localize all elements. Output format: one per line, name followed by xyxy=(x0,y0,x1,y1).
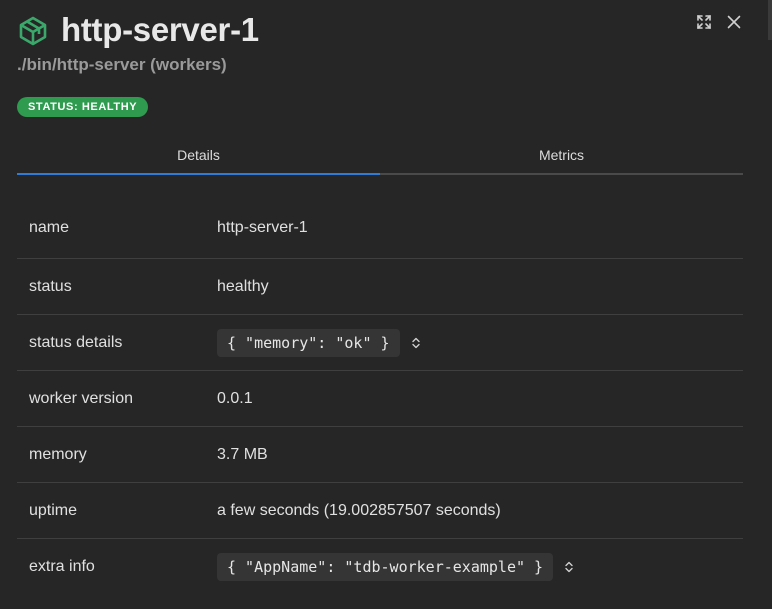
close-icon[interactable] xyxy=(726,14,742,30)
tab-metrics[interactable]: Metrics xyxy=(380,139,743,173)
detail-value: healthy xyxy=(217,277,269,295)
status-badge: STATUS: HEALTHY xyxy=(17,97,149,117)
detail-value: http-server-1 xyxy=(217,219,308,236)
detail-key: worker version xyxy=(29,389,134,407)
expand-toggle-icon[interactable] xyxy=(410,336,422,350)
detail-key: uptime xyxy=(29,501,78,519)
expand-toggle-icon[interactable] xyxy=(563,560,575,574)
page-title: http-server-1 xyxy=(61,11,259,48)
detail-key: name xyxy=(29,219,70,236)
detail-value: a few seconds (19.002857507 seconds) xyxy=(217,501,501,519)
detail-row-worker-version: worker version 0.0.1 xyxy=(17,371,743,427)
detail-key: status xyxy=(29,277,72,295)
detail-row-extra-info: extra info { "AppName": "tdb-worker-exam… xyxy=(17,539,743,594)
detail-key: status details xyxy=(29,333,123,351)
scrollbar[interactable] xyxy=(768,0,772,40)
json-value: { "AppName": "tdb-worker-example" } xyxy=(217,552,554,581)
expand-icon[interactable] xyxy=(696,14,712,30)
detail-row-uptime: uptime a few seconds (19.002857507 secon… xyxy=(17,483,743,539)
tab-bar: Details Metrics xyxy=(17,139,743,175)
detail-value: { "memory": "ok" } xyxy=(217,328,422,357)
header-actions xyxy=(696,10,742,34)
detail-row-status-details: status details { "memory": "ok" } xyxy=(17,315,743,371)
page-subtitle: ./bin/http-server (workers) xyxy=(17,55,227,74)
tab-details[interactable]: Details xyxy=(17,139,380,175)
detail-key: memory xyxy=(29,445,87,463)
detail-row-status: status healthy xyxy=(17,259,743,315)
detail-key: extra info xyxy=(29,557,95,575)
detail-row-name: name http-server-1 xyxy=(17,198,743,259)
detail-value: 3.7 MB xyxy=(217,445,268,463)
details-table: name http-server-1 status healthy status… xyxy=(17,198,743,594)
json-value: { "memory": "ok" } xyxy=(217,328,400,357)
detail-row-memory: memory 3.7 MB xyxy=(17,427,743,483)
detail-value: { "AppName": "tdb-worker-example" } xyxy=(217,552,575,581)
cube-outline-icon xyxy=(17,15,49,47)
worker-detail-panel: http-server-1 ./bin/http-server (workers… xyxy=(0,0,772,609)
detail-value: 0.0.1 xyxy=(217,389,253,407)
panel-header: http-server-1 xyxy=(17,10,742,50)
